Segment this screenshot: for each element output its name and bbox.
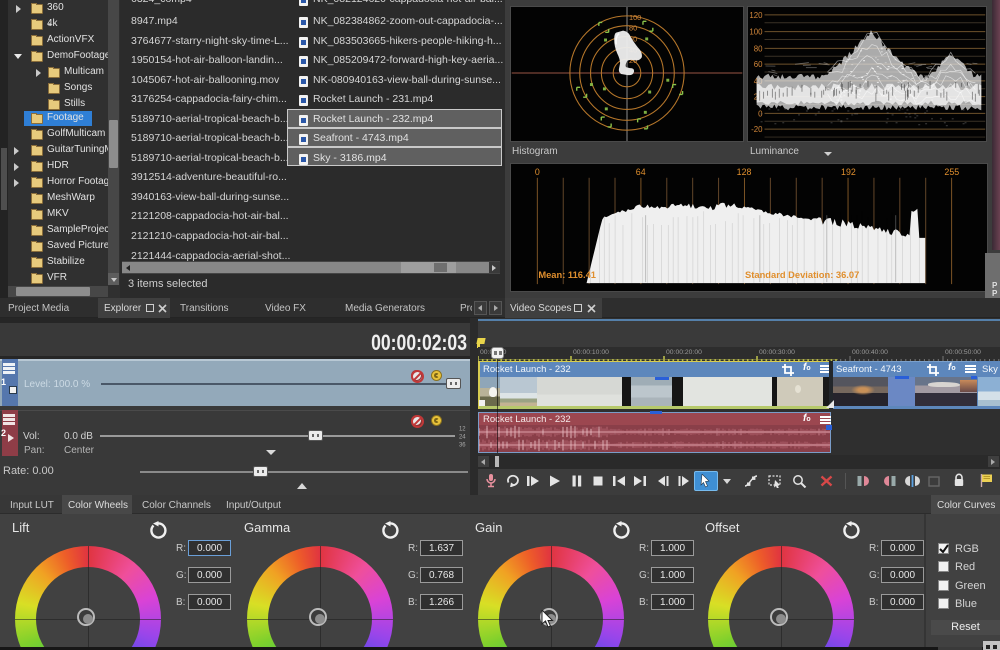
svg-text:255: 255 [944, 167, 959, 177]
svg-text:64: 64 [636, 167, 646, 177]
svg-text:00:00:40:00: 00:00:40:00 [852, 349, 888, 356]
svg-text:100: 100 [749, 28, 763, 37]
svg-text:80: 80 [754, 44, 763, 53]
svg-text:Standard Deviation: 36.07: Standard Deviation: 36.07 [745, 270, 859, 280]
svg-text:0: 0 [535, 167, 540, 177]
svg-text:00:00:10:00: 00:00:10:00 [573, 349, 609, 356]
svg-text:80: 80 [629, 24, 637, 33]
svg-text:100: 100 [629, 13, 641, 22]
svg-text:128: 128 [737, 167, 752, 177]
svg-text:60: 60 [754, 60, 763, 69]
svg-text:192: 192 [841, 167, 856, 177]
svg-text:-20: -20 [751, 125, 763, 134]
svg-text:00:00:50:00: 00:00:50:00 [945, 349, 981, 356]
svg-text:00:00:20:00: 00:00:20:00 [666, 349, 702, 356]
svg-text:120: 120 [749, 11, 763, 20]
svg-text:00:00:30:00: 00:00:30:00 [759, 349, 795, 356]
svg-text:Mean: 116.41: Mean: 116.41 [538, 270, 596, 280]
